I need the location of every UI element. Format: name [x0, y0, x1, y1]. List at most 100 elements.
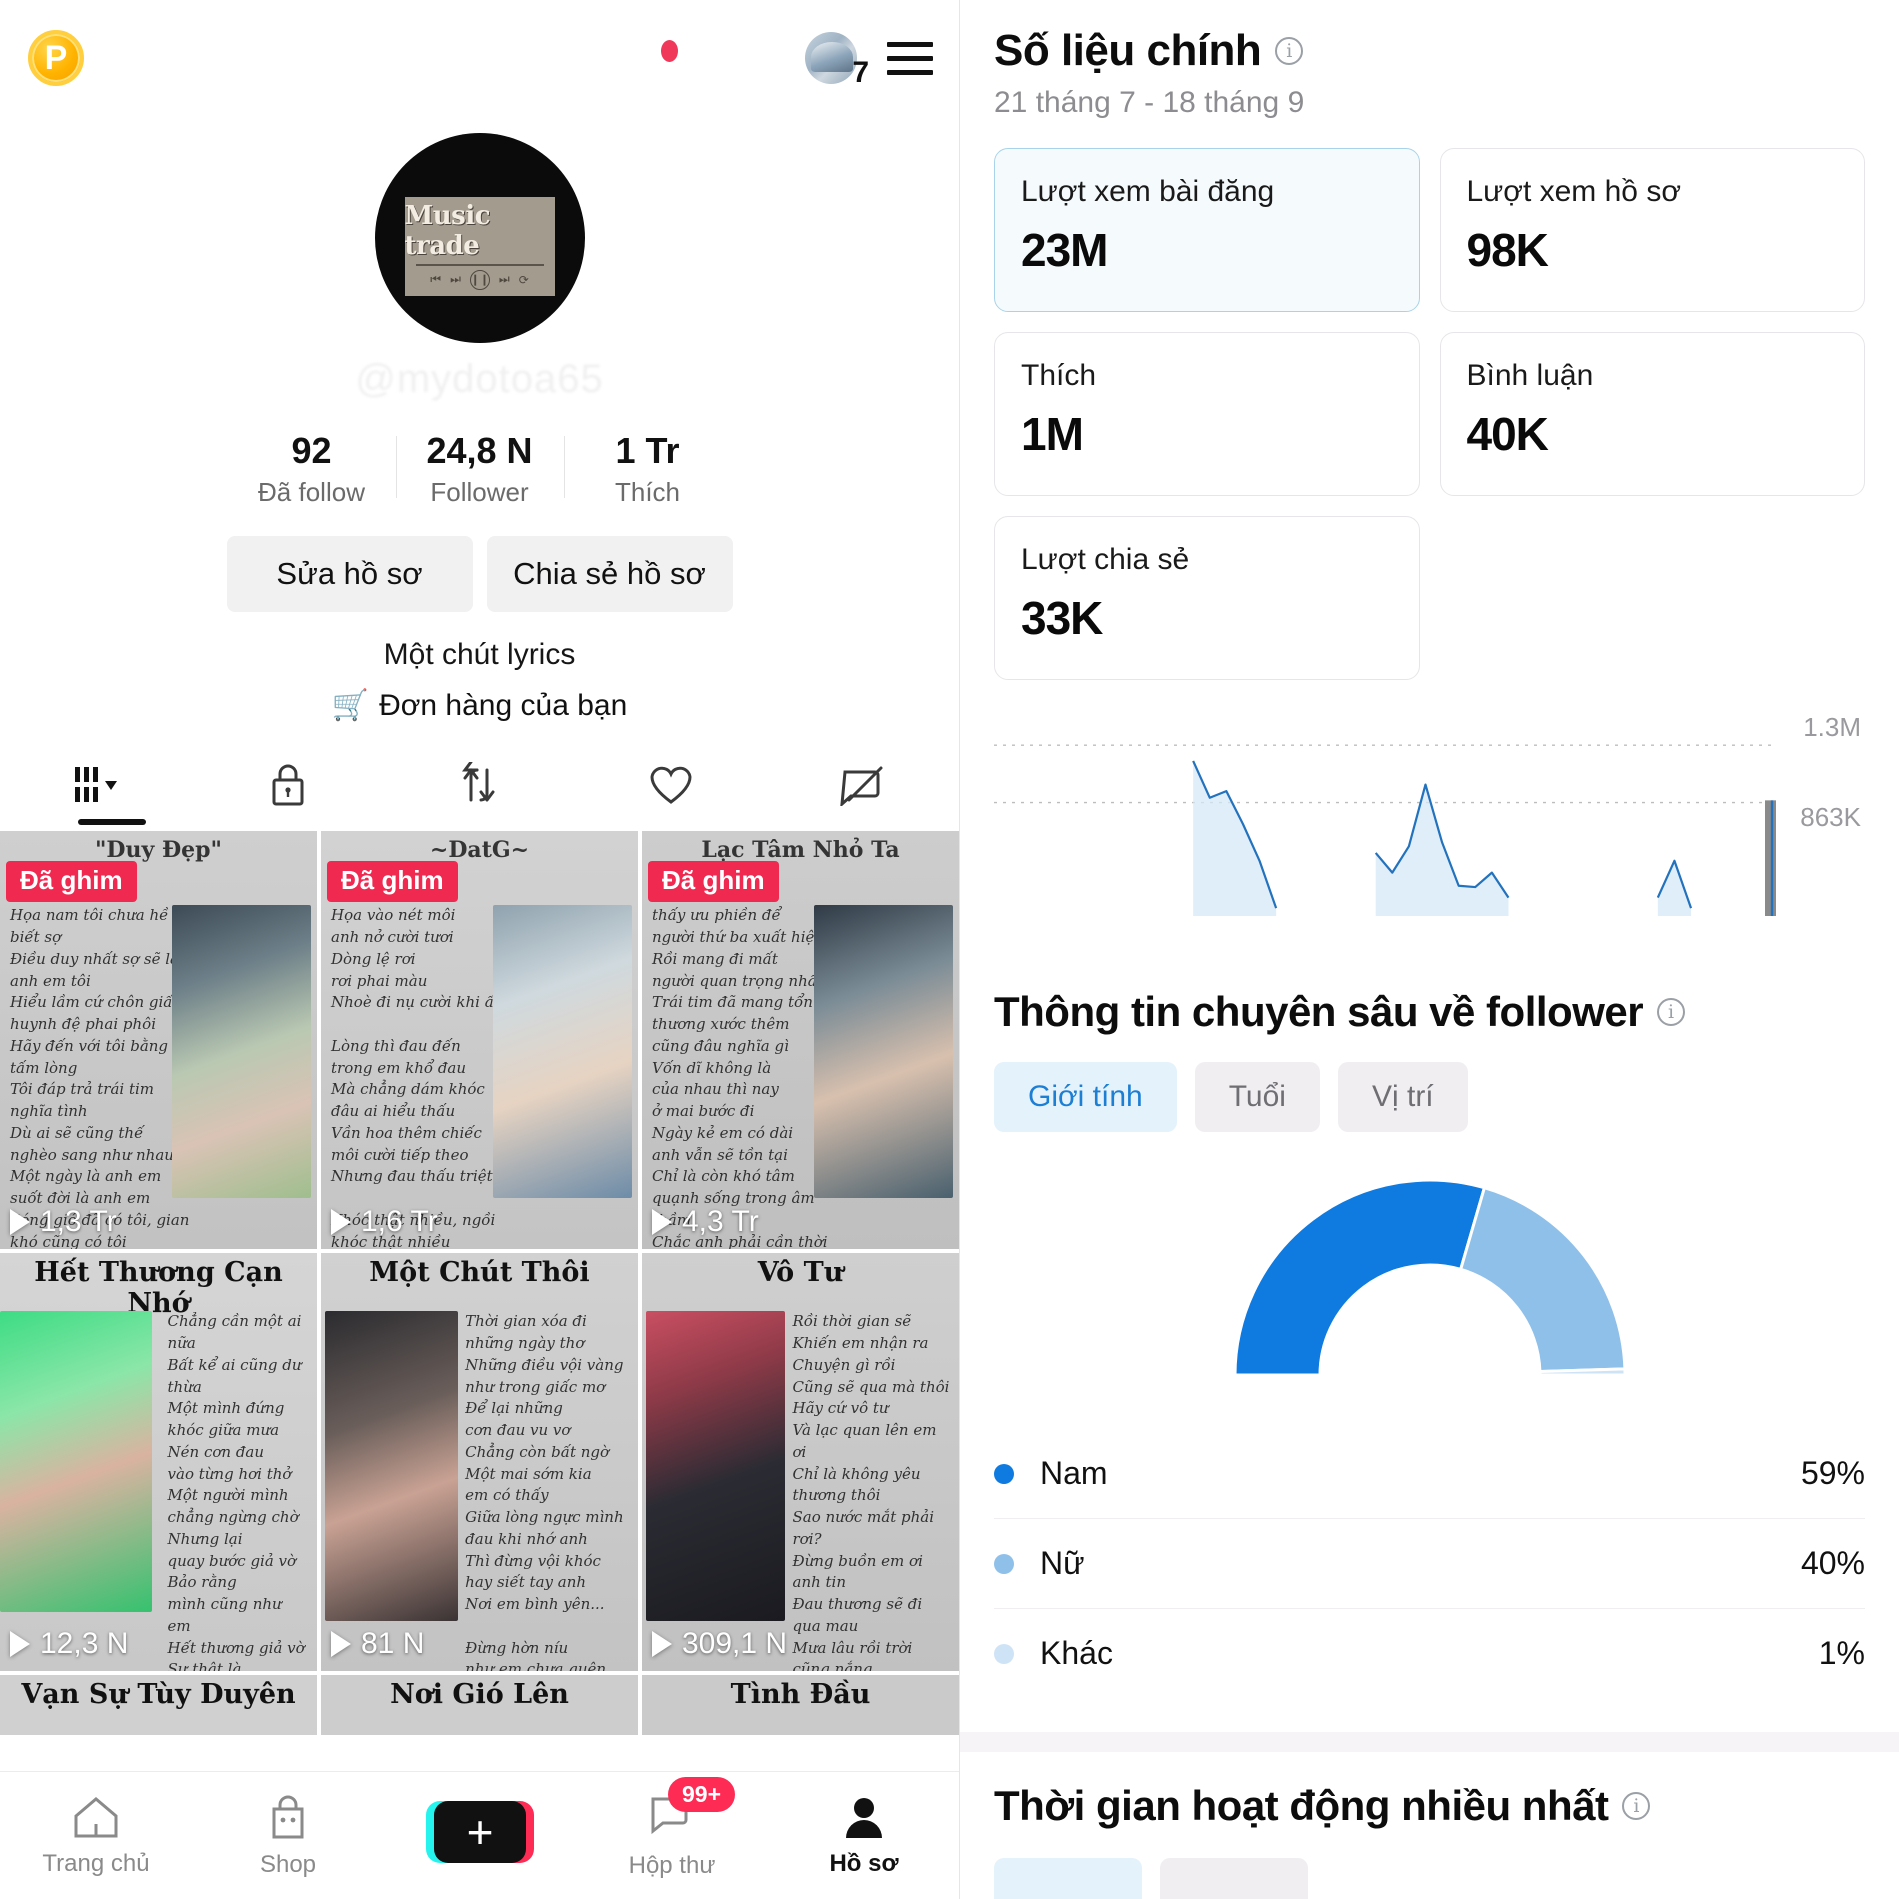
- metric-label: Thích: [1021, 359, 1097, 392]
- info-icon[interactable]: i: [1657, 998, 1686, 1026]
- hamburger-menu-icon[interactable]: [887, 41, 933, 75]
- info-icon[interactable]: i: [1622, 1792, 1651, 1820]
- sidebar-item-private-tab[interactable]: [192, 753, 384, 817]
- key-metrics-title: Số liệu chính: [994, 26, 1262, 75]
- active-times-tab-2[interactable]: [1160, 1858, 1308, 1899]
- pinned-badge: Đã ghim: [648, 861, 779, 903]
- pinned-badge: Đã ghim: [327, 861, 458, 903]
- video-grid: "Duy Đẹp" Đã ghim Họa nam tôi chưa hề bi…: [0, 831, 959, 1736]
- video-thumbnail: [492, 905, 632, 1198]
- account-switch-avatar[interactable]: 7: [805, 32, 869, 88]
- heart-icon: [650, 767, 692, 805]
- legend-label-other: Khác: [1040, 1635, 1113, 1671]
- nav-item-create[interactable]: +: [384, 1800, 576, 1871]
- video-thumbnail: [171, 905, 311, 1198]
- video-tile[interactable]: ~DatG~ Đã ghim Họa vào nét môi anh nở cư…: [321, 831, 638, 1250]
- sidebar-item-repost-tab[interactable]: [384, 753, 576, 817]
- stat-following-label: Đã follow: [258, 477, 365, 508]
- video-tile[interactable]: "Duy Đẹp" Đã ghim Họa nam tôi chưa hề bi…: [0, 831, 317, 1250]
- video-lyrics-text: Họa nam tôi chưa hề biết sợ Điều duy nhấ…: [10, 906, 193, 1250]
- legend-label-female: Nữ: [1040, 1545, 1085, 1581]
- video-tile[interactable]: Vô Tư Rồi thời gian sẽ Khiến em nhận ra …: [642, 1253, 959, 1672]
- active-times-tabs: [994, 1858, 1865, 1899]
- sidebar-item-grid-tab[interactable]: [0, 753, 192, 817]
- legend-row-female: Nữ 40%: [994, 1518, 1865, 1608]
- your-orders-label: Đơn hàng của bạn: [379, 688, 628, 722]
- account-count-badge: 7: [852, 56, 869, 89]
- video-lyrics-text: Chẳng cần một ai nữa Bất kể ai cũng dư t…: [167, 1312, 305, 1672]
- your-orders-link[interactable]: 🛒 Đơn hàng của bạn: [0, 688, 959, 723]
- edit-profile-button[interactable]: Sửa hồ sơ: [226, 536, 473, 613]
- video-tile[interactable]: Một Chút Thôi Thời gian xóa đi những ngà…: [321, 1253, 638, 1672]
- nav-item-inbox-label: Hộp thư: [628, 1852, 716, 1879]
- metric-card-profile-views[interactable]: Lượt xem hồ sơ 98K: [1439, 148, 1865, 312]
- stat-likes[interactable]: 1 Tr Thích: [563, 430, 732, 508]
- gender-legend: Nam 59% Nữ 40% Khác 1%: [994, 1429, 1865, 1698]
- key-metrics-header: Số liệu chính i: [994, 26, 1865, 76]
- sparkline-svg: [994, 744, 1776, 916]
- pro-badge-icon[interactable]: P: [28, 29, 84, 86]
- key-metrics-card: Số liệu chính i 21 tháng 7 - 18 tháng 9 …: [960, 0, 1899, 1732]
- video-view-count: 12,3 N: [10, 1627, 128, 1661]
- video-view-count: 309,1 N: [652, 1627, 787, 1661]
- video-tile[interactable]: Nơi Gió Lên: [321, 1675, 638, 1736]
- video-view-count: 1,3 Tr: [10, 1205, 117, 1239]
- share-profile-button[interactable]: Chia sẻ hồ sơ: [486, 536, 733, 613]
- inbox-badge: 99+: [668, 1777, 736, 1812]
- metric-card-comments[interactable]: Bình luận 40K: [1439, 332, 1865, 496]
- profile-avatar[interactable]: Music trade ⏮ ⏭ ❙❙ ⏭ ⟳: [374, 133, 585, 343]
- nav-item-home[interactable]: Trang chủ: [0, 1794, 192, 1878]
- metric-value: 33K: [1021, 592, 1103, 644]
- video-tile[interactable]: Vạn Sự Tùy Duyên: [0, 1675, 317, 1736]
- pinned-badge: Đã ghim: [6, 861, 137, 903]
- video-view-count-value: 12,3 N: [40, 1627, 129, 1661]
- stat-followers[interactable]: 24,8 N Follower: [395, 430, 564, 508]
- avatar-artwork: Music trade ⏮ ⏭ ❙❙ ⏭ ⟳: [404, 196, 555, 296]
- metric-card-likes[interactable]: Thích 1M: [994, 332, 1420, 496]
- active-times-tab-1[interactable]: [994, 1858, 1142, 1899]
- avatar-progress-bar: [415, 263, 544, 266]
- sparkline-gridline-label-top: 1.3M: [1803, 712, 1861, 742]
- sidebar-item-hidden-tab[interactable]: [767, 753, 959, 817]
- stat-likes-value: 1 Tr: [615, 430, 680, 471]
- video-tile[interactable]: Tình Đầu: [642, 1675, 959, 1736]
- notification-dot-icon: [661, 40, 678, 62]
- sidebar-item-liked-tab[interactable]: [575, 753, 767, 817]
- metric-card-shares[interactable]: Lượt chia sẻ 33K: [994, 516, 1420, 680]
- section-divider: [960, 1732, 1899, 1752]
- tab-gender[interactable]: Giới tính: [994, 1062, 1177, 1132]
- active-times-header: Thời gian hoạt động nhiều nhất i: [994, 1782, 1865, 1830]
- video-thumbnail: [0, 1311, 153, 1613]
- legend-value-male: 59%: [1800, 1455, 1865, 1491]
- follower-insight-tabs: Giới tính Tuổi Vị trí: [994, 1062, 1865, 1132]
- create-plus-icon[interactable]: +: [426, 1800, 534, 1863]
- metric-card-post-views[interactable]: Lượt xem bài đăng 23M: [994, 148, 1420, 312]
- video-view-count-value: 309,1 N: [682, 1627, 788, 1661]
- key-metrics-date-range: 21 tháng 7 - 18 tháng 9: [994, 86, 1305, 119]
- video-view-count-value: 1,6 Tr: [361, 1205, 438, 1239]
- active-times-title: Thời gian hoạt động nhiều nhất: [994, 1782, 1609, 1829]
- nav-item-shop[interactable]: Shop: [192, 1793, 384, 1879]
- video-tile[interactable]: Lạc Tâm Nhỏ Ta Đã ghim thấy ưu phiền để …: [642, 831, 959, 1250]
- legend-row-male: Nam 59%: [994, 1429, 1865, 1518]
- nav-item-profile[interactable]: Hồ sơ: [768, 1794, 959, 1878]
- profile-bio: Một chút lyrics: [383, 638, 576, 672]
- nav-item-inbox[interactable]: 99+ Hộp thư: [576, 1777, 768, 1880]
- video-view-count: 1,6 Tr: [331, 1205, 438, 1239]
- tab-age[interactable]: Tuổi: [1194, 1062, 1320, 1132]
- play-icon: [10, 1209, 30, 1236]
- tab-location[interactable]: Vị trí: [1337, 1062, 1468, 1132]
- legend-value-female: 40%: [1800, 1545, 1865, 1581]
- info-icon[interactable]: i: [1275, 37, 1304, 65]
- play-icon: [331, 1209, 351, 1236]
- stat-following-value: 92: [291, 430, 332, 471]
- profile-tabs: [0, 753, 959, 826]
- app-screen: P 7 Music trade ⏮ ⏭ ❙❙ ⏭ ⟳ @mydotoa65 92…: [0, 0, 1899, 1899]
- video-view-count-value: 1,3 Tr: [40, 1205, 117, 1239]
- video-view-count: 4,3 Tr: [652, 1205, 759, 1239]
- video-header-text: Nơi Gió Lên: [390, 1679, 569, 1711]
- stat-following[interactable]: 92 Đã follow: [228, 430, 396, 508]
- profile-stats: 92 Đã follow 24,8 N Follower 1 Tr Thích: [0, 430, 959, 508]
- post-views-sparkline: 1.3M 863K: [994, 712, 1865, 924]
- video-tile[interactable]: Hết Thương Cạn Nhớ Chẳng cần một ai nữa …: [0, 1253, 317, 1672]
